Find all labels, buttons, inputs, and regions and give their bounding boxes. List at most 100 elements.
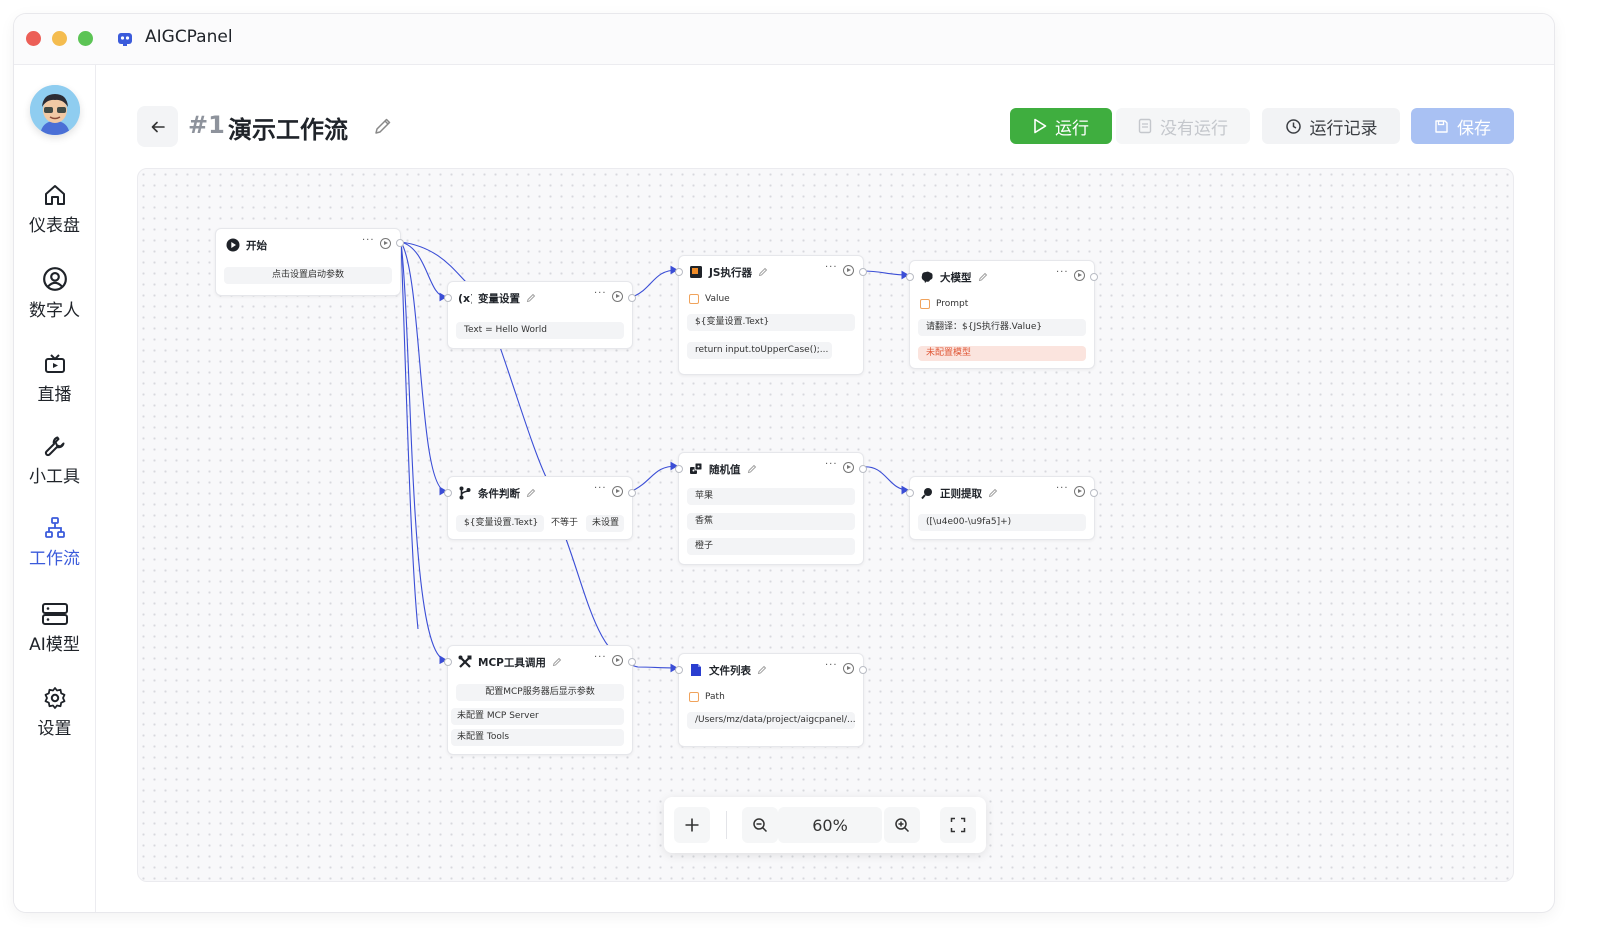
output-port[interactable] xyxy=(1090,489,1098,497)
fit-view-button[interactable] xyxy=(940,807,976,843)
sidebar-item-live[interactable]: 直播 xyxy=(14,352,95,405)
sidebar-item-workflow[interactable]: 工作流 xyxy=(14,516,95,569)
node-run-icon[interactable] xyxy=(1074,270,1085,281)
node-menu-icon[interactable]: ··· xyxy=(1056,267,1069,278)
node-condition[interactable]: 条件判断 ··· ${变量设置.Text} 不等于 未设置 xyxy=(444,476,636,540)
node-run-icon[interactable] xyxy=(380,238,391,249)
back-button[interactable] xyxy=(137,106,178,147)
node-random-value[interactable]: 随机值 ··· 苹果 香蕉 橙子 xyxy=(675,452,867,565)
random-item[interactable]: 苹果 xyxy=(687,488,855,505)
node-run-icon[interactable] xyxy=(843,663,854,674)
save-button[interactable]: 保存 xyxy=(1411,108,1514,144)
edge-var-js xyxy=(631,265,679,298)
node-file-list[interactable]: 文件列表 ··· Path /Users/mz/data/project/aig… xyxy=(675,653,867,747)
edit-node-icon[interactable] xyxy=(526,488,536,498)
node-menu-icon[interactable]: ··· xyxy=(362,235,375,246)
node-field[interactable]: 点击设置启动参数 xyxy=(224,267,392,284)
sidebar-item-settings[interactable]: 设置 xyxy=(14,686,95,739)
node-regex-extract[interactable]: 正则提取 ··· ([\u4e00-\u9fa5]+) xyxy=(906,476,1098,540)
sidebar-item-ai-model[interactable]: AI模型 xyxy=(14,602,95,655)
node-mcp-tool-call[interactable]: MCP工具调用 ··· 配置MCP服务器后显示参数 未配置 MCP Server… xyxy=(444,645,636,755)
node-field[interactable]: 配置MCP服务器后显示参数 xyxy=(456,684,624,701)
node-field[interactable]: ([\u4e00-\u9fa5]+) xyxy=(918,514,1086,531)
input-port[interactable] xyxy=(906,489,914,497)
node-run-icon[interactable] xyxy=(612,486,623,497)
workflow-canvas[interactable]: 开始 ··· 点击设置启动参数 (x) 变量设置 ··· Text = Hell… xyxy=(137,168,1514,882)
node-path-field[interactable]: /Users/mz/data/project/aigcpanel/... xyxy=(687,712,855,729)
node-field[interactable]: 请翻译：${JS执行器.Value} xyxy=(918,319,1086,336)
output-port[interactable] xyxy=(628,489,636,497)
node-run-icon[interactable] xyxy=(612,655,623,666)
node-field[interactable]: Text = Hello World xyxy=(456,322,624,339)
edit-title-icon[interactable] xyxy=(373,116,393,136)
input-port[interactable] xyxy=(444,294,452,302)
mcp-tools-field[interactable]: 未配置 Tools xyxy=(451,729,624,746)
run-button[interactable]: 运行 xyxy=(1010,108,1112,144)
node-header: 随机值 xyxy=(689,461,757,477)
random-item[interactable]: 橙子 xyxy=(687,538,855,555)
zoom-level[interactable]: 60% xyxy=(778,807,882,843)
avatar[interactable] xyxy=(30,85,80,135)
node-variable-setting[interactable]: (x) 变量设置 ··· Text = Hello World xyxy=(444,281,636,349)
node-menu-icon[interactable]: ··· xyxy=(825,262,838,273)
run-history-button[interactable]: 运行记录 xyxy=(1262,108,1400,144)
node-menu-icon[interactable]: ··· xyxy=(825,660,838,671)
input-port[interactable] xyxy=(906,273,914,281)
output-port[interactable] xyxy=(859,465,867,473)
input-port[interactable] xyxy=(675,268,683,276)
output-port[interactable] xyxy=(396,239,404,247)
random-item[interactable]: 香蕉 xyxy=(687,513,855,530)
node-menu-icon[interactable]: ··· xyxy=(825,459,838,470)
node-menu-icon[interactable]: ··· xyxy=(1056,483,1069,494)
edge-var-cond xyxy=(499,346,547,478)
mcp-server-field[interactable]: 未配置 MCP Server xyxy=(451,708,624,725)
input-port[interactable] xyxy=(444,658,452,666)
node-llm[interactable]: 大模型 ··· Prompt 请翻译：${JS执行器.Value} 未配置模型 xyxy=(906,260,1098,369)
condition-operator[interactable]: 不等于 xyxy=(547,515,582,532)
input-port[interactable] xyxy=(444,489,452,497)
output-port[interactable] xyxy=(859,666,867,674)
add-node-button[interactable] xyxy=(674,807,710,843)
edit-node-icon[interactable] xyxy=(757,665,767,675)
edit-node-icon[interactable] xyxy=(758,267,768,277)
node-menu-icon[interactable]: ··· xyxy=(594,483,607,494)
edit-node-icon[interactable] xyxy=(978,272,988,282)
input-port[interactable] xyxy=(675,465,683,473)
node-menu-icon[interactable]: ··· xyxy=(594,652,607,663)
node-run-icon[interactable] xyxy=(612,291,623,302)
minimize-window-button[interactable] xyxy=(52,31,67,46)
sidebar-item-digital-human[interactable]: 数字人 xyxy=(14,266,95,321)
zoom-in-button[interactable] xyxy=(884,807,920,843)
output-port[interactable] xyxy=(859,268,867,276)
node-field[interactable]: ${变量设置.Text} xyxy=(687,314,855,331)
sidebar-item-dashboard[interactable]: 仪表盘 xyxy=(14,183,95,236)
node-js-executor[interactable]: JS执行器 ··· Value ${变量设置.Text} return inpu… xyxy=(675,255,867,375)
node-run-icon[interactable] xyxy=(843,265,854,276)
app-title: AIGCPanel xyxy=(145,27,233,47)
no-run-button[interactable]: 没有运行 xyxy=(1116,108,1250,144)
edit-node-icon[interactable] xyxy=(747,464,757,474)
edge-random-regex xyxy=(861,466,910,495)
output-port[interactable] xyxy=(628,294,636,302)
node-warning[interactable]: 未配置模型 xyxy=(918,346,1086,361)
node-run-icon[interactable] xyxy=(1074,486,1085,497)
node-code-field[interactable]: return input.toUpperCase();... xyxy=(687,342,832,359)
edit-node-icon[interactable] xyxy=(552,657,562,667)
node-menu-icon[interactable]: ··· xyxy=(594,288,607,299)
condition-right-field[interactable]: 未设置 xyxy=(586,515,624,532)
sidebar-item-label: AI模型 xyxy=(29,635,80,655)
output-port[interactable] xyxy=(1090,273,1098,281)
node-start[interactable]: 开始 ··· 点击设置启动参数 xyxy=(215,228,404,296)
edit-node-icon[interactable] xyxy=(988,488,998,498)
maximize-window-button[interactable] xyxy=(78,31,93,46)
sidebar-item-tools[interactable]: 小工具 xyxy=(14,434,95,487)
condition-left-field[interactable]: ${变量设置.Text} xyxy=(456,515,544,532)
param-icon xyxy=(689,294,699,304)
node-run-icon[interactable] xyxy=(843,462,854,473)
close-window-button[interactable] xyxy=(26,31,41,46)
zoom-out-button[interactable] xyxy=(742,807,778,843)
input-port[interactable] xyxy=(675,666,683,674)
fullscreen-icon xyxy=(950,817,966,833)
output-port[interactable] xyxy=(628,658,636,666)
edit-node-icon[interactable] xyxy=(526,293,536,303)
